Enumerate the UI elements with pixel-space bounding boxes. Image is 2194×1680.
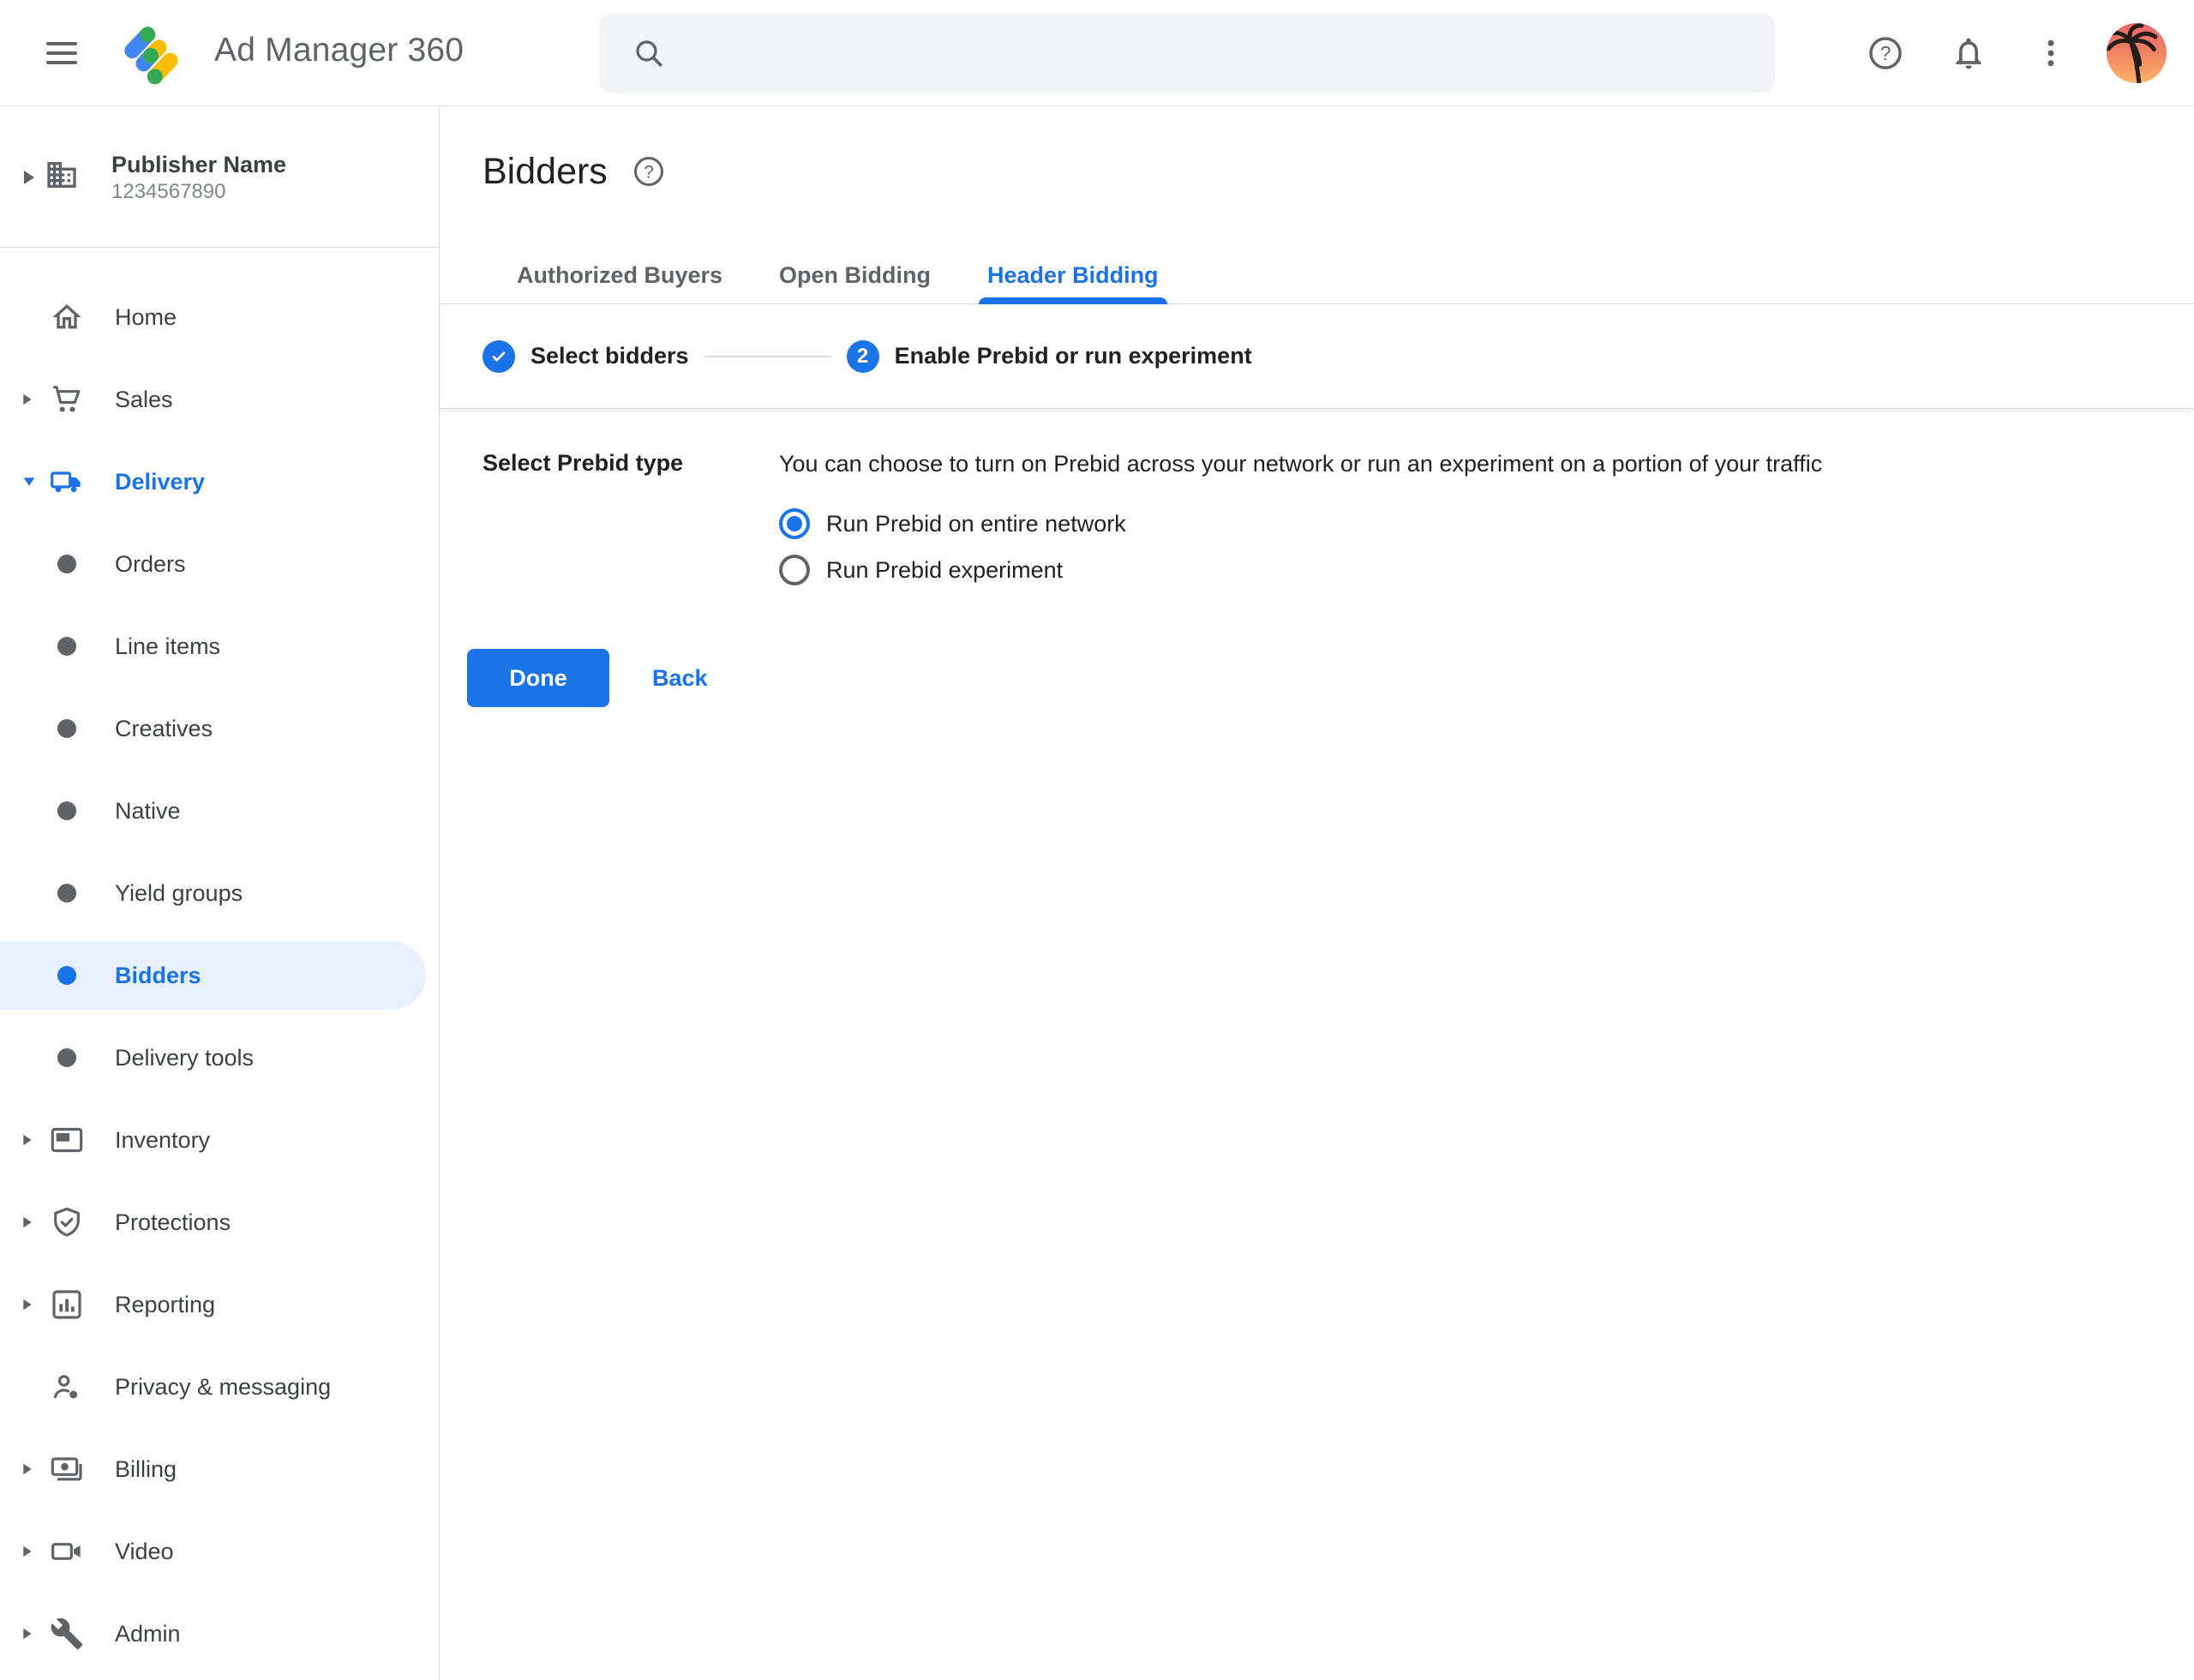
chevron-down-icon bbox=[24, 477, 34, 485]
person-badge-icon bbox=[50, 1370, 84, 1404]
help-icon[interactable]: ? bbox=[1867, 34, 1904, 72]
building-icon bbox=[45, 158, 79, 196]
sidebar-item-video[interactable]: Video bbox=[0, 1517, 439, 1586]
sidebar-item-protections[interactable]: Protections bbox=[0, 1188, 439, 1257]
page-header: Bidders ? bbox=[440, 107, 2194, 195]
search-icon bbox=[632, 36, 666, 70]
bar-chart-icon bbox=[50, 1287, 84, 1322]
avatar[interactable] bbox=[2107, 23, 2167, 83]
svg-text:?: ? bbox=[1880, 42, 1891, 64]
back-button[interactable]: Back bbox=[652, 665, 708, 692]
radio-unselected-icon[interactable] bbox=[779, 555, 810, 585]
sidebar: Publisher Name 1234567890 Home Sales bbox=[0, 107, 440, 1680]
global-search bbox=[599, 14, 1775, 93]
radio-selected-icon[interactable] bbox=[779, 508, 810, 539]
publisher-name: Publisher Name bbox=[111, 150, 286, 179]
chevron-right-icon bbox=[23, 1217, 31, 1227]
cart-icon bbox=[50, 382, 84, 417]
sidebar-item-admin[interactable]: Admin bbox=[0, 1599, 439, 1668]
publisher-selector[interactable]: Publisher Name 1234567890 bbox=[0, 107, 439, 248]
ad-unit-icon bbox=[50, 1123, 84, 1157]
main-content: Bidders ? Authorized Buyers Open Bidding… bbox=[440, 107, 2194, 1680]
radio-experiment[interactable]: Run Prebid experiment bbox=[779, 555, 1822, 585]
sidebar-item-delivery-tools[interactable]: Delivery tools bbox=[0, 1023, 439, 1092]
page-help-icon[interactable]: ? bbox=[632, 154, 666, 189]
sidebar-item-inventory[interactable]: Inventory bbox=[0, 1106, 439, 1174]
sidebar-item-creatives[interactable]: Creatives bbox=[0, 694, 439, 763]
sidebar-item-line-items[interactable]: Line items bbox=[0, 612, 439, 681]
prebid-type-section: Select Prebid type You can choose to tur… bbox=[440, 409, 2194, 585]
bullet-icon bbox=[57, 719, 76, 738]
bullet-icon bbox=[57, 1048, 76, 1067]
bullet-icon bbox=[57, 555, 76, 573]
sidebar-nav: Home Sales bbox=[0, 248, 439, 1668]
home-icon bbox=[50, 300, 84, 334]
truck-icon bbox=[50, 465, 84, 499]
palm-tree-photo bbox=[2107, 23, 2167, 83]
bullet-icon bbox=[57, 801, 76, 820]
bullet-icon bbox=[57, 884, 76, 903]
chevron-right-icon bbox=[24, 171, 34, 184]
shield-check-icon bbox=[50, 1205, 84, 1239]
field-label: Select Prebid type bbox=[483, 448, 779, 585]
svg-text:?: ? bbox=[644, 162, 654, 182]
field-description: You can choose to turn on Prebid across … bbox=[779, 448, 1822, 479]
video-camera-icon bbox=[50, 1534, 84, 1569]
sidebar-item-yield-groups[interactable]: Yield groups bbox=[0, 859, 439, 927]
radio-entire-network[interactable]: Run Prebid on entire network bbox=[779, 508, 1822, 539]
chevron-right-icon bbox=[23, 1299, 31, 1310]
sidebar-item-delivery[interactable]: Delivery bbox=[0, 447, 439, 516]
step-connector bbox=[704, 356, 831, 357]
search-input[interactable] bbox=[690, 39, 1749, 68]
done-button[interactable]: Done bbox=[467, 649, 609, 707]
chevron-right-icon bbox=[23, 394, 31, 405]
more-vertical-icon[interactable] bbox=[2032, 34, 2070, 72]
step-select-bidders[interactable]: Select bidders bbox=[483, 340, 689, 373]
page-title: Bidders bbox=[483, 151, 608, 193]
sidebar-item-billing[interactable]: Billing bbox=[0, 1435, 439, 1503]
sidebar-item-orders[interactable]: Orders bbox=[0, 530, 439, 598]
sidebar-item-native[interactable]: Native bbox=[0, 777, 439, 845]
step-enable-prebid[interactable]: 2 Enable Prebid or run experiment bbox=[847, 340, 1252, 373]
chevron-right-icon bbox=[23, 1135, 31, 1145]
banknote-icon bbox=[50, 1452, 84, 1486]
step-check-icon bbox=[483, 340, 515, 373]
tab-bar: Authorized Buyers Open Bidding Header Bi… bbox=[440, 248, 2194, 304]
chevron-right-icon bbox=[23, 1464, 31, 1474]
form-actions: Done Back bbox=[440, 649, 2194, 707]
tab-authorized-buyers[interactable]: Authorized Buyers bbox=[508, 248, 731, 303]
stepper: Select bidders 2 Enable Prebid or run ex… bbox=[440, 304, 2194, 409]
sidebar-item-reporting[interactable]: Reporting bbox=[0, 1270, 439, 1339]
tab-header-bidding[interactable]: Header Bidding bbox=[979, 248, 1167, 303]
tab-open-bidding[interactable]: Open Bidding bbox=[770, 248, 939, 303]
notifications-icon[interactable] bbox=[1950, 34, 1987, 72]
chevron-right-icon bbox=[23, 1546, 31, 1557]
top-app-bar: Ad Manager 360 ? bbox=[0, 0, 2194, 106]
ad-manager-logo-icon bbox=[122, 21, 180, 90]
bullet-icon bbox=[57, 966, 76, 985]
prebid-type-radio-group: Run Prebid on entire network Run Prebid … bbox=[779, 508, 1822, 585]
publisher-id: 1234567890 bbox=[111, 179, 286, 205]
chevron-right-icon bbox=[23, 1629, 31, 1639]
bullet-icon bbox=[57, 637, 76, 656]
app-title: Ad Manager 360 bbox=[214, 32, 464, 69]
menu-icon[interactable] bbox=[46, 36, 77, 70]
sidebar-item-privacy-messaging[interactable]: Privacy & messaging bbox=[0, 1353, 439, 1421]
wrench-icon bbox=[50, 1617, 84, 1651]
sidebar-item-bidders[interactable]: Bidders bbox=[0, 941, 426, 1010]
sidebar-item-sales[interactable]: Sales bbox=[0, 365, 439, 434]
sidebar-item-home[interactable]: Home bbox=[0, 283, 439, 351]
step-number: 2 bbox=[847, 340, 879, 373]
